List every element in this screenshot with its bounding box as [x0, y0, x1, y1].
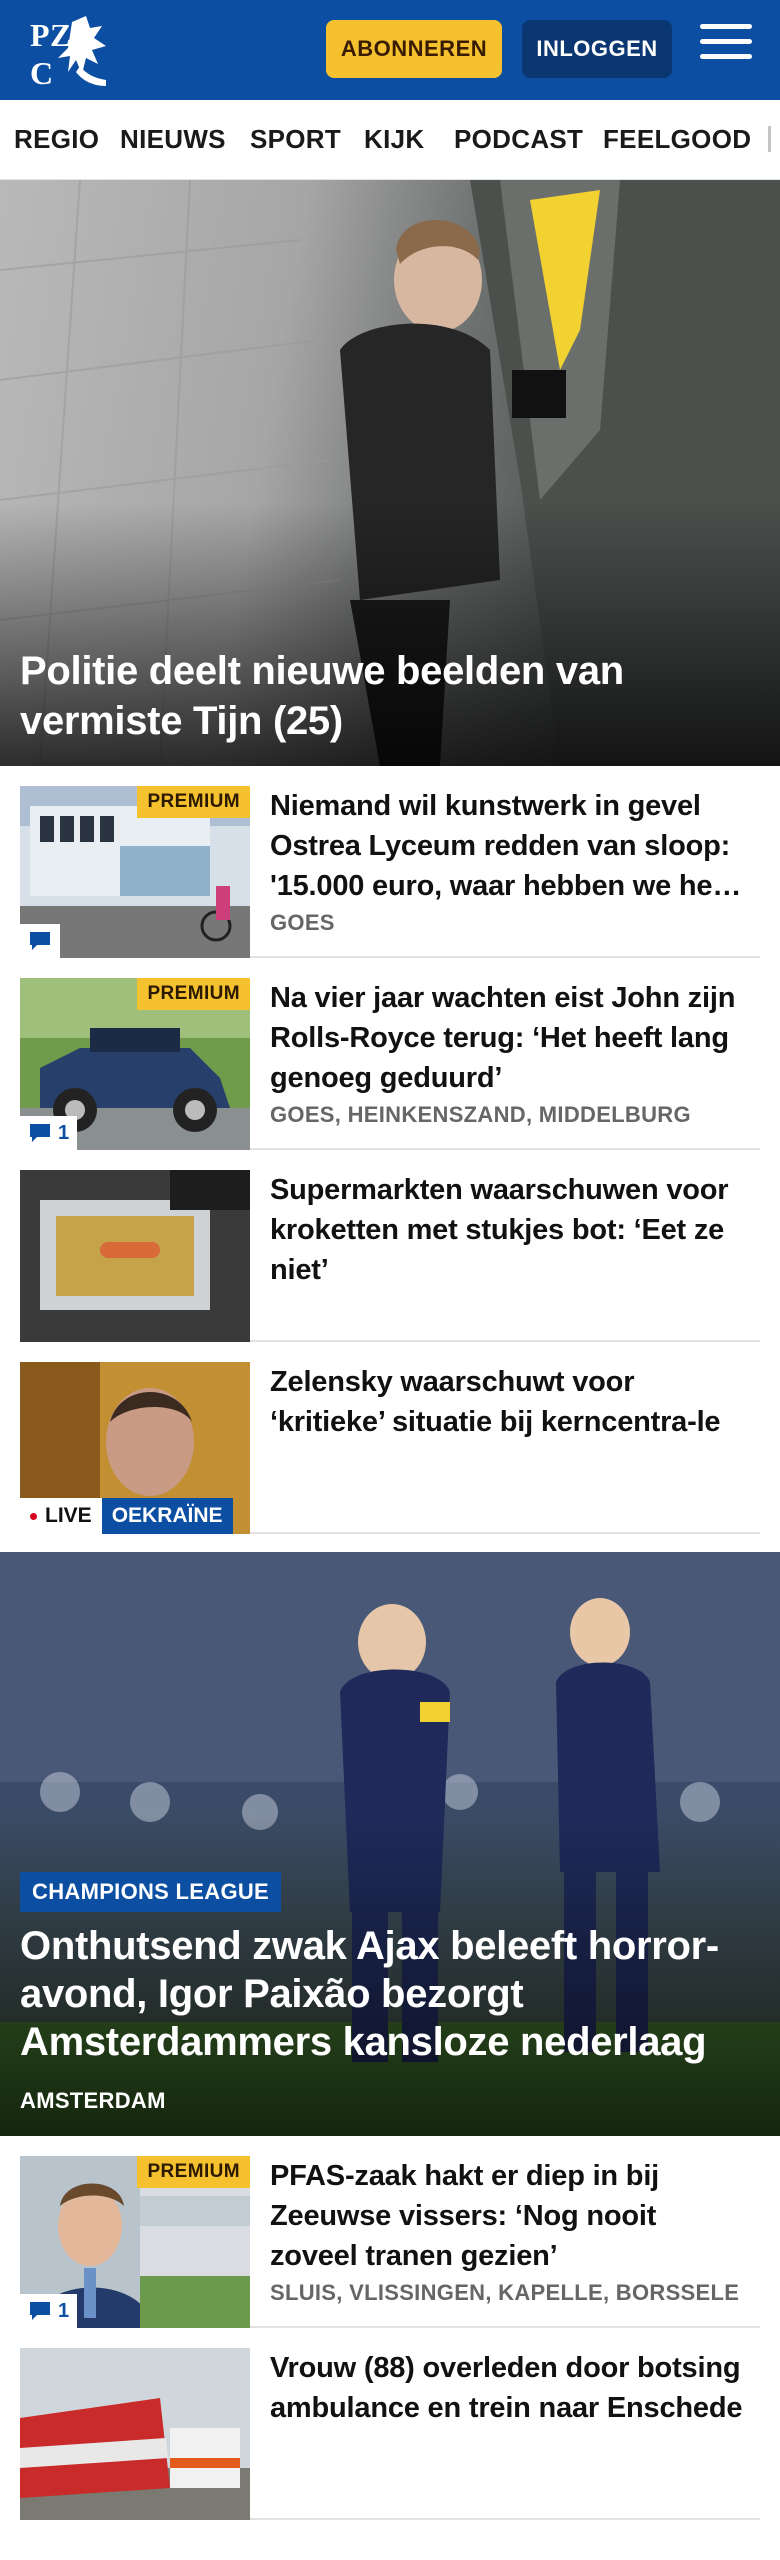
feature-title[interactable]: Onthutsend zwak Ajax beleeft horror-avon…: [20, 1922, 760, 2066]
nav-item-nieuws[interactable]: NIEUWS: [120, 124, 226, 155]
comment-icon: [30, 1124, 50, 1142]
article-item[interactable]: PREMIUM Niemand wil kunstwerk in gevel O…: [20, 786, 760, 958]
article-thumbnail: [20, 2348, 250, 2520]
live-label: LIVE: [45, 1504, 92, 1527]
article-thumbnail: PREMIUM 1: [20, 978, 250, 1150]
article-location: GOES, HEINKENSZAND, MIDDELBURG: [270, 1102, 691, 1127]
premium-badge: PREMIUM: [137, 2156, 250, 2188]
comments-badge[interactable]: [20, 924, 60, 958]
nav-item-kijk[interactable]: KIJK: [364, 124, 424, 155]
article-item[interactable]: PREMIUM 1 PFAS-zaak hakt er diep in bij …: [20, 2156, 760, 2328]
login-button[interactable]: INLOGGEN: [522, 20, 672, 78]
nav-item-sport[interactable]: SPORT: [250, 124, 341, 155]
comment-icon: [30, 2302, 50, 2320]
premium-badge: PREMIUM: [137, 978, 250, 1010]
subscribe-button[interactable]: ABONNEREN: [326, 20, 502, 78]
nav-item-podcast[interactable]: PODCAST: [454, 124, 583, 155]
article-item[interactable]: PREMIUM 1 Na vier jaar wachten eist John…: [20, 978, 760, 1150]
article-thumbnail: PREMIUM: [20, 786, 250, 958]
topic-tag[interactable]: OEKRAÏNE: [101, 1498, 233, 1534]
nav-overflow-indicator: [768, 126, 771, 152]
comment-icon: [30, 932, 50, 950]
svg-text:C: C: [30, 55, 53, 90]
hamburger-icon[interactable]: [700, 24, 752, 70]
comments-badge[interactable]: 1: [20, 2294, 78, 2328]
live-tag-bar: LIVE OEKRAÏNE: [20, 1498, 233, 1534]
nav-item-feelgood[interactable]: FEELGOOD: [603, 124, 751, 155]
section-nav: REGIO NIEUWS SPORT KIJK PODCAST FEELGOOD: [0, 100, 780, 180]
premium-badge: PREMIUM: [137, 786, 250, 818]
comments-count: 1: [58, 2299, 70, 2322]
category-tag[interactable]: CHAMPIONS LEAGUE: [20, 1872, 282, 1912]
article-title[interactable]: Zelensky waarschuwt voor ‘kritieke’ situ…: [270, 1362, 750, 1442]
article-item[interactable]: LIVE OEKRAÏNE Zelensky waarschuwt voor ‘…: [20, 1362, 760, 1534]
article-item[interactable]: Supermarkten waarschuwen voor kroketten …: [20, 1170, 760, 1342]
feature-location: AMSTERDAM: [20, 2088, 166, 2113]
svg-text:P: P: [30, 17, 50, 53]
hero-article[interactable]: Politie deelt nieuwe beelden van vermist…: [0, 180, 780, 766]
article-title[interactable]: Niemand wil kunstwerk in gevel Ostrea Ly…: [270, 786, 750, 906]
article-location: GOES: [270, 910, 335, 935]
comments-count: 1: [58, 1121, 70, 1144]
live-dot-icon: [30, 1512, 37, 1520]
article-item[interactable]: Vrouw (88) overleden door botsing ambula…: [20, 2348, 760, 2520]
article-thumbnail: LIVE OEKRAÏNE: [20, 1362, 250, 1534]
feature-article[interactable]: CHAMPIONS LEAGUE Onthutsend zwak Ajax be…: [0, 1552, 780, 2136]
article-title[interactable]: Na vier jaar wachten eist John zijn Roll…: [270, 978, 750, 1098]
live-indicator: LIVE: [20, 1498, 102, 1534]
site-header: P Z C ABONNEREN INLOGGEN: [0, 0, 780, 100]
article-thumbnail: PREMIUM 1: [20, 2156, 250, 2328]
nav-item-regio[interactable]: REGIO: [14, 124, 99, 155]
article-title[interactable]: PFAS-zaak hakt er diep in bij Zeeuwse vi…: [270, 2156, 750, 2276]
comments-badge[interactable]: 1: [20, 1116, 78, 1150]
pzc-logo[interactable]: P Z C: [28, 12, 110, 90]
article-location: SLUIS, VLISSINGEN, KAPELLE, BORSSELE: [270, 2280, 740, 2305]
article-title[interactable]: Vrouw (88) overleden door botsing ambula…: [270, 2348, 750, 2428]
hero-title[interactable]: Politie deelt nieuwe beelden van vermist…: [20, 646, 740, 746]
article-thumbnail: [20, 1170, 250, 1342]
article-title[interactable]: Supermarkten waarschuwen voor kroketten …: [270, 1170, 750, 1290]
